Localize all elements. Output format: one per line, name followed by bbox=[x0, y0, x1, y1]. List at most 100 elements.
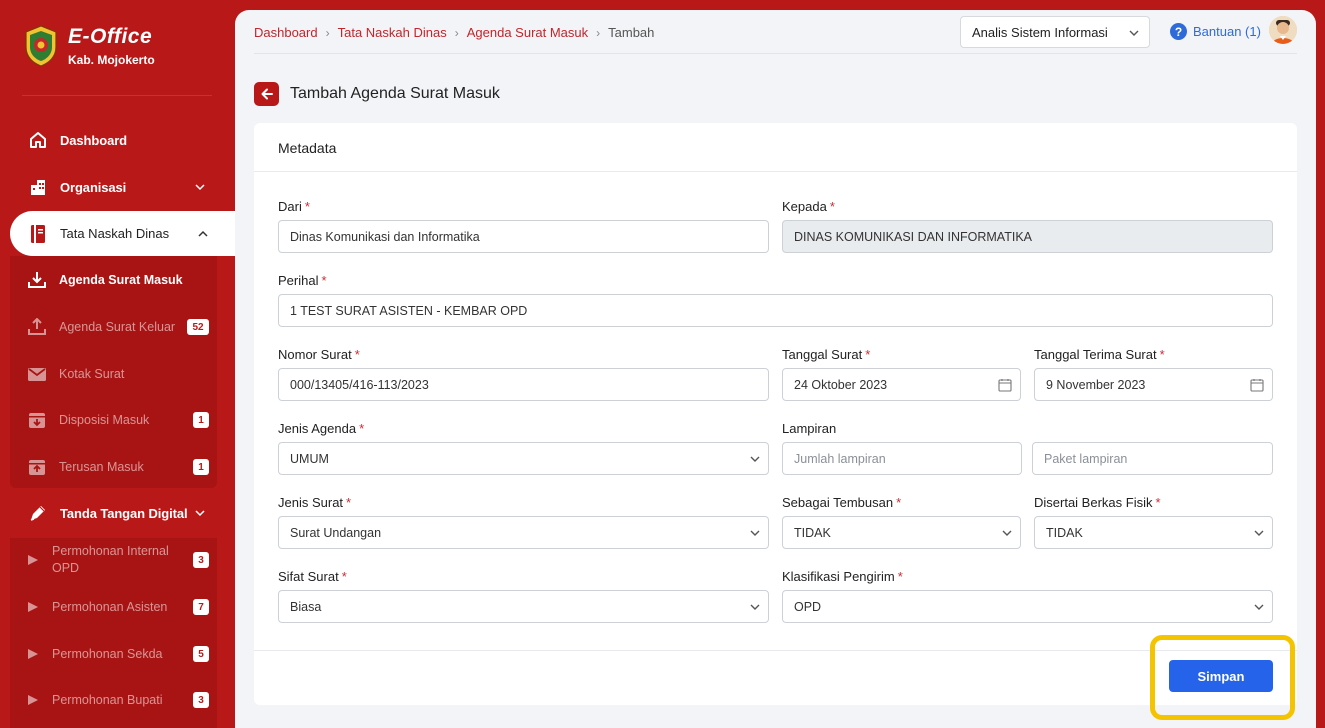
tembusan-label-text: Sebagai Tembusan bbox=[782, 495, 894, 510]
pen-icon bbox=[28, 503, 48, 523]
dari-label: Dari * bbox=[278, 199, 310, 214]
sidebar-item-tanda-tangan-digital[interactable]: Tanda Tangan Digital bbox=[14, 493, 219, 533]
regency-emblem-icon bbox=[25, 25, 57, 67]
sidebar-subitem-agenda-surat-keluar[interactable]: Agenda Surat Keluar 52 bbox=[18, 315, 213, 339]
sidebar-subitem-agenda-surat-masuk[interactable]: Agenda Surat Masuk bbox=[18, 268, 213, 292]
required-mark: * bbox=[354, 347, 360, 362]
berkas-fisik-label-text: Disertai Berkas Fisik bbox=[1034, 495, 1153, 510]
jenis-agenda-label-text: Jenis Agenda bbox=[278, 421, 357, 436]
arrow-left-icon bbox=[261, 88, 273, 100]
paket-lampiran-input[interactable]: Paket lampiran bbox=[1032, 442, 1273, 475]
help-link[interactable]: ? Bantuan (1) bbox=[1170, 23, 1261, 40]
jenis-surat-select[interactable]: Surat Undangan bbox=[278, 516, 769, 549]
calendar-icon[interactable] bbox=[1250, 378, 1264, 392]
sidebar-item-label: Tanda Tangan Digital bbox=[60, 505, 188, 521]
help-label: Bantuan (1) bbox=[1193, 24, 1261, 39]
nomor-surat-value: 000/13405/416-113/2023 bbox=[290, 377, 429, 392]
perihal-label: Perihal * bbox=[278, 273, 327, 288]
sidebar-item-label: Permohonan Internal OPD bbox=[52, 544, 169, 575]
card-footer-divider bbox=[254, 650, 1297, 651]
sidebar-subitem-kotak-surat[interactable]: Kotak Surat bbox=[18, 362, 213, 386]
highlight-box bbox=[1150, 635, 1295, 720]
brand-divider bbox=[22, 95, 212, 96]
page-title: Tambah Agenda Surat Masuk bbox=[290, 85, 500, 102]
required-mark: * bbox=[341, 569, 347, 584]
kepada-input: DINAS KOMUNIKASI DAN INFORMATIKA bbox=[782, 220, 1273, 253]
sidebar-item-organisasi[interactable]: Organisasi bbox=[14, 167, 219, 207]
topbar-divider bbox=[254, 53, 1297, 54]
required-mark: * bbox=[897, 569, 903, 584]
page-header: Tambah Agenda Surat Masuk bbox=[254, 82, 500, 106]
sidebar-item-dashboard[interactable]: Dashboard bbox=[14, 120, 219, 160]
required-mark: * bbox=[829, 199, 835, 214]
klasifikasi-select[interactable]: OPD bbox=[782, 590, 1273, 623]
breadcrumb-link-agenda-surat-masuk[interactable]: Agenda Surat Masuk bbox=[467, 25, 588, 40]
question-icon: ? bbox=[1170, 23, 1187, 40]
sidebar-item-label: Dashboard bbox=[60, 132, 128, 148]
sidebar-item-label: Agenda Surat Keluar bbox=[59, 319, 176, 334]
count-badge: 1 bbox=[193, 459, 209, 475]
jenis-agenda-select[interactable]: UMUM bbox=[278, 442, 769, 475]
chevron-down-icon bbox=[195, 184, 205, 191]
main-content: Dashboard › Tata Naskah Dinas › Agenda S… bbox=[235, 10, 1316, 728]
sidebar-subitem-permohonan-asisten[interactable]: Permohonan Asisten 7 bbox=[18, 595, 213, 619]
count-badge: 5 bbox=[193, 646, 209, 662]
chevron-down-icon bbox=[750, 604, 760, 610]
required-mark: * bbox=[896, 495, 902, 510]
nomor-surat-label: Nomor Surat * bbox=[278, 347, 360, 362]
breadcrumb-current: Tambah bbox=[608, 25, 655, 40]
tanggal-terima-label-text: Tanggal Terima Surat bbox=[1034, 347, 1157, 362]
sidebar-item-tata-naskah-dinas[interactable]: Tata Naskah Dinas bbox=[10, 211, 242, 256]
disposition-in-icon bbox=[26, 409, 48, 431]
chevron-right-icon: › bbox=[596, 25, 601, 40]
sidebar-item-label: Permohonan Sekda bbox=[52, 646, 163, 661]
klasifikasi-label-text: Klasifikasi Pengirim bbox=[782, 569, 895, 584]
chevron-up-icon bbox=[198, 230, 208, 237]
count-badge: 7 bbox=[193, 599, 209, 615]
avatar[interactable] bbox=[1269, 16, 1297, 44]
back-button[interactable] bbox=[254, 82, 279, 106]
chevron-down-icon bbox=[195, 510, 205, 517]
tanggal-surat-value: 24 Oktober 2023 bbox=[794, 377, 888, 392]
jumlah-lampiran-input[interactable]: Jumlah lampiran bbox=[782, 442, 1022, 475]
kepada-value: DINAS KOMUNIKASI DAN INFORMATIKA bbox=[794, 229, 1032, 244]
user-avatar-icon bbox=[1269, 16, 1297, 44]
count-badge: 1 bbox=[193, 412, 209, 428]
arrow-tag-icon bbox=[28, 549, 38, 571]
sidebar-item-label: Permohonan Bupati bbox=[52, 692, 163, 707]
sifat-surat-value: Biasa bbox=[290, 599, 322, 614]
sidebar-item-label: Terusan Masuk bbox=[59, 459, 144, 474]
perihal-input[interactable]: 1 TEST SURAT ASISTEN - KEMBAR OPD bbox=[278, 294, 1273, 327]
sidebar-subitem-permohonan-bupati[interactable]: Permohonan Bupati 3 bbox=[18, 688, 213, 712]
chevron-down-icon bbox=[1254, 604, 1264, 610]
tanggal-terima-input[interactable]: 9 November 2023 bbox=[1034, 368, 1273, 401]
mail-icon bbox=[26, 363, 48, 385]
app-subtitle: Kab. Mojokerto bbox=[68, 53, 155, 67]
sidebar-item-label: Tata Naskah Dinas bbox=[60, 226, 170, 241]
sidebar-subitem-permohonan-internal-opd[interactable]: Permohonan Internal OPD 3 bbox=[18, 542, 213, 578]
kepada-label-text: Kepada bbox=[782, 199, 827, 214]
tanggal-surat-input[interactable]: 24 Oktober 2023 bbox=[782, 368, 1021, 401]
role-select[interactable]: Analis Sistem Informasi bbox=[960, 16, 1150, 48]
klasifikasi-label: Klasifikasi Pengirim * bbox=[782, 569, 903, 584]
tembusan-label: Sebagai Tembusan * bbox=[782, 495, 901, 510]
sidebar-subitem-permohonan-sekda[interactable]: Permohonan Sekda 5 bbox=[18, 642, 213, 666]
nomor-surat-input[interactable]: 000/13405/416-113/2023 bbox=[278, 368, 769, 401]
breadcrumb-link-tata-naskah-dinas[interactable]: Tata Naskah Dinas bbox=[338, 25, 447, 40]
chevron-down-icon bbox=[1254, 530, 1264, 536]
form-card: Metadata Dari * Dinas Komunikasi dan Info… bbox=[254, 123, 1297, 705]
dari-input[interactable]: Dinas Komunikasi dan Informatika bbox=[278, 220, 769, 253]
calendar-icon[interactable] bbox=[998, 378, 1012, 392]
tembusan-select[interactable]: TIDAK bbox=[782, 516, 1021, 549]
chevron-down-icon bbox=[1129, 30, 1139, 36]
inbox-download-icon bbox=[26, 269, 48, 291]
chevron-down-icon bbox=[750, 530, 760, 536]
berkas-fisik-select[interactable]: TIDAK bbox=[1034, 516, 1273, 549]
sifat-surat-select[interactable]: Biasa bbox=[278, 590, 769, 623]
arrow-tag-icon bbox=[28, 596, 38, 618]
breadcrumb-link-dashboard[interactable]: Dashboard bbox=[254, 25, 318, 40]
sidebar-subitem-terusan-masuk[interactable]: Terusan Masuk 1 bbox=[18, 455, 213, 479]
count-badge: 3 bbox=[193, 692, 209, 708]
forward-in-icon bbox=[26, 456, 48, 478]
sidebar-subitem-disposisi-masuk[interactable]: Disposisi Masuk 1 bbox=[18, 408, 213, 432]
